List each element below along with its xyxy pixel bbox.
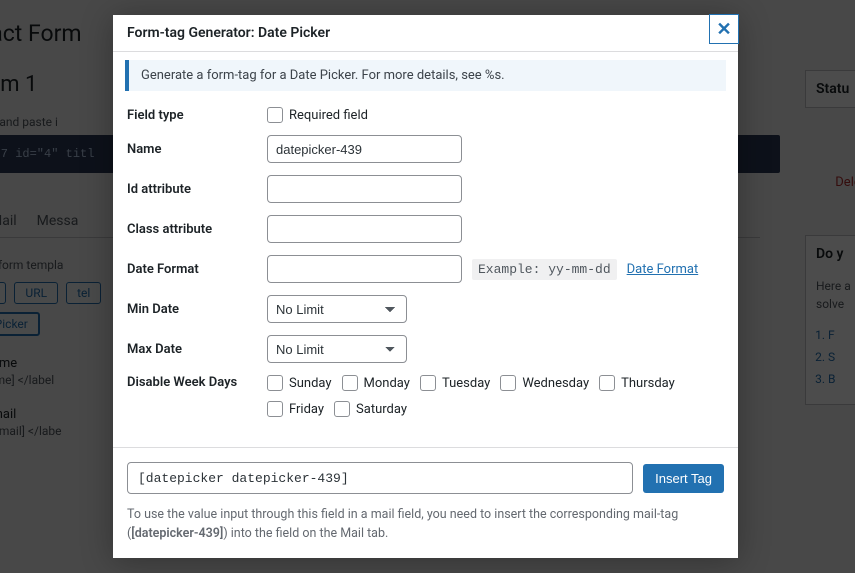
day-saturday[interactable]: Saturday: [334, 401, 407, 417]
name-input[interactable]: [267, 135, 462, 163]
date-format-input[interactable]: [267, 255, 462, 283]
required-label: Required field: [289, 108, 368, 123]
day-tuesday[interactable]: Tuesday: [420, 375, 490, 391]
modal-info: Generate a form-tag for a Date Picker. F…: [125, 60, 726, 91]
modal-title: Form-tag Generator: Date Picker: [127, 25, 330, 41]
min-date-select[interactable]: No Limit: [267, 295, 407, 323]
id-input[interactable]: [267, 175, 462, 203]
mail-tag-note: To use the value input through this fiel…: [127, 506, 724, 544]
min-date-label: Min Date: [127, 302, 267, 317]
close-icon[interactable]: ✕: [709, 14, 739, 44]
day-sunday[interactable]: Sunday: [267, 375, 332, 391]
date-format-link[interactable]: Date Format: [627, 262, 699, 277]
day-thursday[interactable]: Thursday: [599, 375, 675, 391]
name-label: Name: [127, 142, 267, 157]
insert-tag-button[interactable]: Insert Tag: [643, 464, 724, 493]
day-wednesday[interactable]: Wednesday: [500, 375, 589, 391]
disable-days-label: Disable Week Days: [127, 375, 267, 390]
date-format-label: Date Format: [127, 262, 267, 277]
day-monday[interactable]: Monday: [342, 375, 410, 391]
form-tag-generator-modal: Form-tag Generator: Date Picker ✕ Genera…: [113, 15, 738, 558]
class-label: Class attribute: [127, 222, 267, 237]
field-type-label: Field type: [127, 108, 267, 123]
day-friday[interactable]: Friday: [267, 401, 324, 417]
modal-header: Form-tag Generator: Date Picker ✕: [113, 15, 738, 52]
class-input[interactable]: [267, 215, 462, 243]
shortcode-output[interactable]: [127, 462, 633, 494]
max-date-label: Max Date: [127, 342, 267, 357]
date-format-example: Example: yy-mm-dd: [472, 259, 617, 280]
max-date-select[interactable]: No Limit: [267, 335, 407, 363]
id-label: Id attribute: [127, 182, 267, 197]
required-checkbox[interactable]: [267, 107, 283, 123]
required-checkbox-wrap[interactable]: Required field: [267, 107, 368, 123]
